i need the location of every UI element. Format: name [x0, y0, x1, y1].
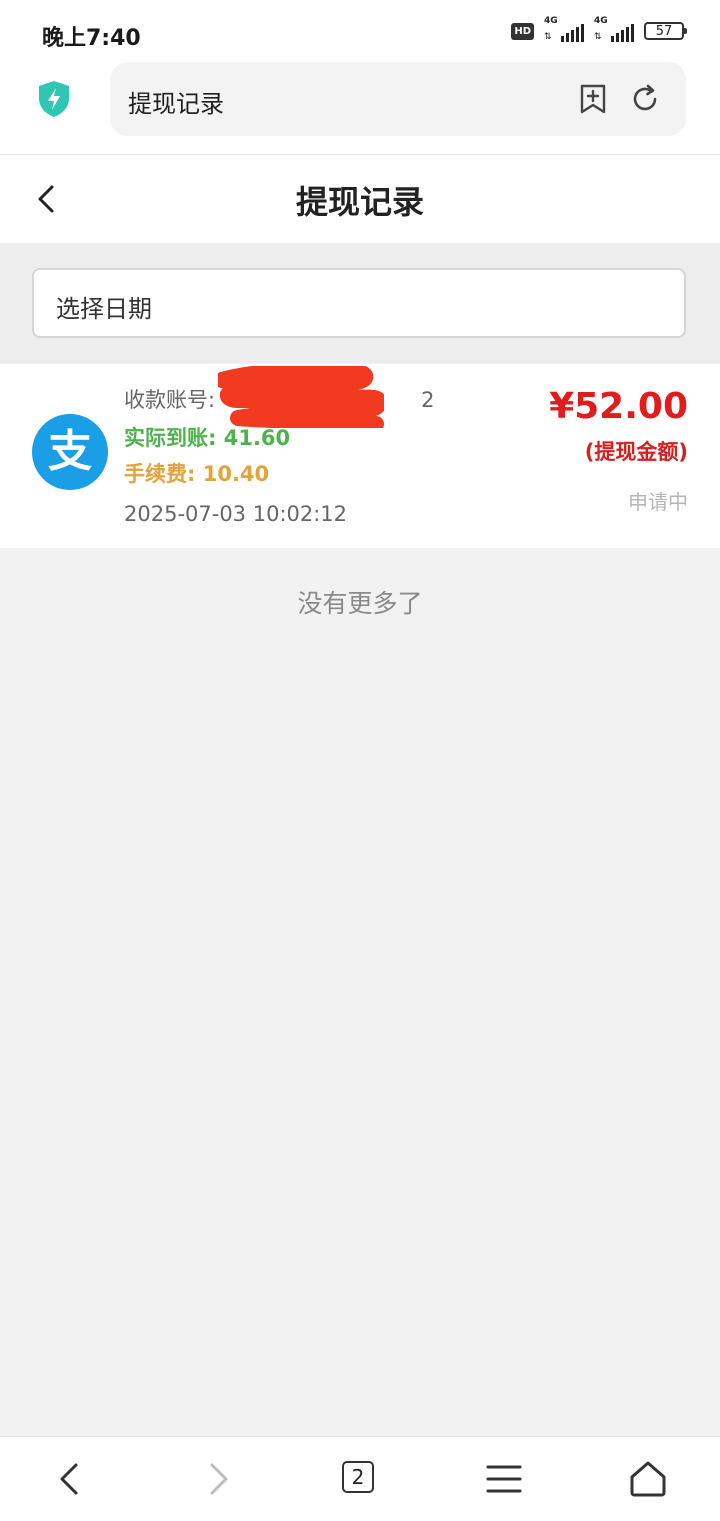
tabs-button[interactable]: 2 — [342, 1461, 374, 1493]
battery-icon: 57 — [644, 22, 687, 40]
shield-bolt-icon[interactable] — [36, 79, 72, 119]
address-bar[interactable]: 提现记录 — [110, 62, 686, 136]
network-type-1: 4G — [544, 16, 558, 26]
home-icon[interactable] — [626, 1457, 670, 1501]
back-arrow-icon[interactable] — [28, 179, 68, 219]
record-time: 2025-07-03 10:02:12 — [124, 502, 348, 526]
redaction-scribble — [218, 366, 384, 428]
withdrawal-record[interactable]: 支 收款账号: 2 实际到账: 41.60 手续费: 10.40 2025-07-… — [0, 364, 720, 548]
actual-received-line: 实际到账: 41.60 — [124, 422, 290, 452]
data-arrows-icon: ⇅ — [594, 32, 602, 42]
fee-label: 手续费: — [124, 462, 196, 486]
withdraw-amount: ¥52.00 — [549, 386, 688, 427]
record-status: 申请中 — [628, 490, 688, 514]
browser-bar: 提现记录 — [0, 62, 720, 155]
data-arrows-icon: ⇅ — [544, 32, 552, 42]
signal-icon-1: 4G ⇅ — [544, 16, 584, 42]
alipay-logo-char: 支 — [48, 426, 92, 477]
withdraw-amount-label: (提现金额) — [584, 440, 688, 464]
date-picker-input[interactable]: 选择日期 — [32, 268, 686, 338]
fee-line: 手续费: 10.40 — [124, 458, 269, 488]
no-more-text: 没有更多了 — [297, 589, 423, 618]
menu-icon[interactable] — [482, 1457, 526, 1501]
network-type-2: 4G — [594, 16, 608, 26]
actual-received-value: 41.60 — [223, 426, 291, 450]
battery-level: 57 — [655, 23, 673, 39]
address-text: 提现记录 — [128, 90, 224, 118]
nav-back-icon[interactable] — [48, 1457, 92, 1501]
refresh-icon[interactable] — [628, 82, 662, 116]
page-title: 提现记录 — [295, 183, 424, 221]
signal-icon-2: 4G ⇅ — [594, 16, 634, 42]
fee-value: 10.40 — [202, 462, 270, 486]
hd-icon: HD — [511, 22, 534, 40]
date-filter-section: 选择日期 — [0, 243, 720, 363]
add-bookmark-icon[interactable] — [576, 82, 610, 116]
account-value: 2 — [421, 388, 435, 412]
date-placeholder: 选择日期 — [56, 295, 152, 323]
alipay-logo-icon: 支 — [32, 414, 108, 490]
page-header: 提现记录 — [0, 155, 720, 243]
browser-bottom-nav: 2 — [0, 1436, 720, 1521]
status-time: 晚上7:40 — [42, 26, 141, 51]
actual-received-label: 实际到账: — [124, 426, 217, 450]
nav-forward-icon[interactable] — [196, 1457, 240, 1501]
account-label: 收款账号: — [124, 388, 216, 412]
status-icons: HD 4G ⇅ 4G ⇅ 57 — [511, 16, 687, 42]
status-bar: 晚上7:40 HD 4G ⇅ 4G ⇅ 57 — [0, 0, 720, 62]
